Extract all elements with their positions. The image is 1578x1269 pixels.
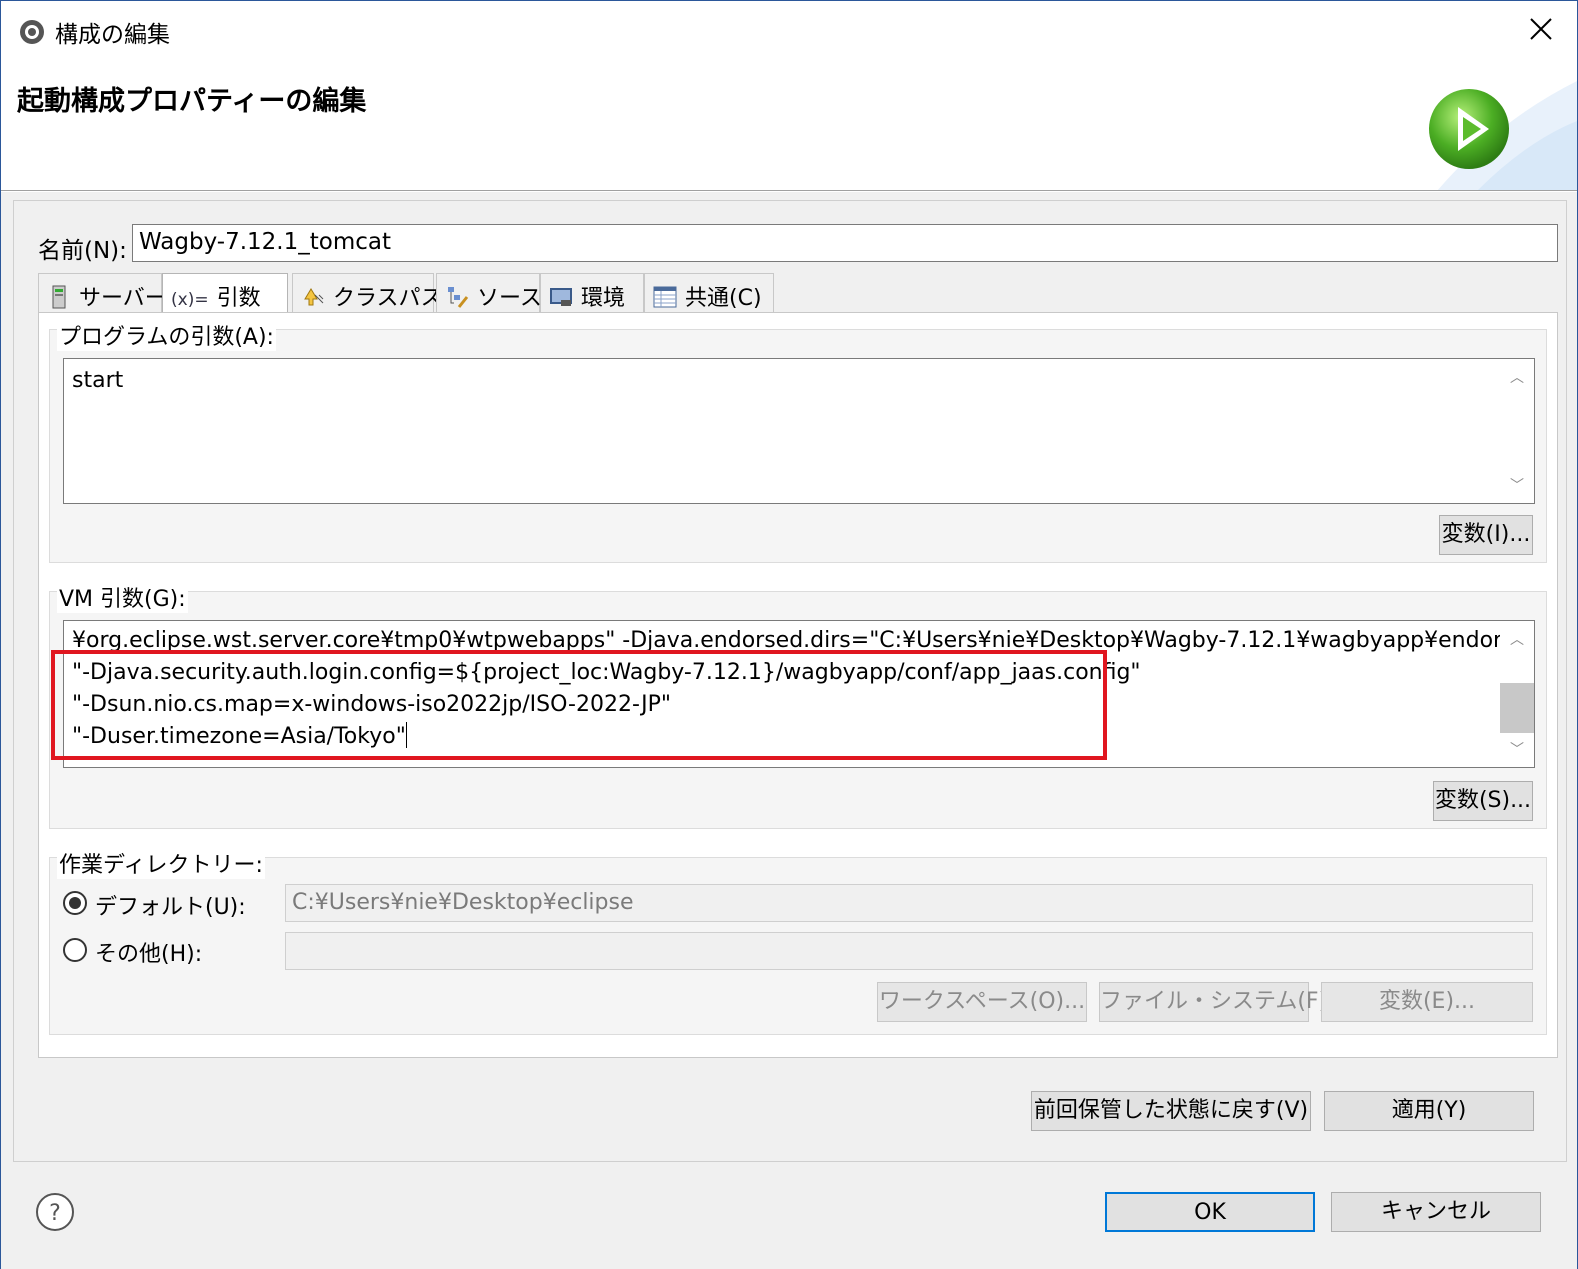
help-icon[interactable]: ? [35,1192,75,1232]
tab-common-label: 共通(C) [685,286,762,311]
workspace-button[interactable]: ワークスペース(O)... [877,982,1087,1022]
source-icon [448,287,469,308]
classpath-icon [304,288,324,306]
revert-button[interactable]: 前回保管した状態に戻す(V) [1031,1091,1311,1131]
svg-text:?: ? [49,1201,61,1226]
content-frame: 名前(N): Wagby-7.12.1_tomcat サーバー (x)= 引数 ク… [13,200,1567,1162]
default-dir-radio[interactable] [63,891,87,915]
apply-button[interactable]: 適用(Y) [1324,1091,1534,1131]
eclipse-app-icon [20,20,44,44]
environment-icon [550,288,572,306]
header-title: 起動構成プロパティーの編集 [17,86,367,117]
other-dir-label: その他(H): [95,942,203,967]
vm-args-variables-button[interactable]: 変数(S)... [1433,781,1533,821]
tab-classpath-label: クラスパス [333,286,443,311]
tab-common[interactable]: 共通(C) [644,273,774,313]
server-icon [52,285,66,309]
name-label: 名前(N): [38,238,127,264]
working-dir-variables-button[interactable]: 変数(E)... [1321,982,1533,1022]
scroll-up-icon[interactable]: ︿ [1510,367,1524,387]
tab-arguments-label: 引数 [216,286,261,311]
tab-server-label: サーバー [79,286,167,311]
tab-server[interactable]: サーバー [38,273,167,313]
default-dir-label: デフォルト(U): [95,895,246,920]
tab-arguments[interactable]: (x)= 引数 [162,273,288,315]
other-dir-field[interactable] [285,932,1533,970]
filesystem-button[interactable]: ファイル・システム(F)... [1099,982,1348,1022]
title-bar: 構成の編集 [1,1,1577,61]
program-args-scrollbar[interactable]: ︿ ﹀ [1500,359,1534,503]
scroll-down-icon[interactable]: ﹀ [1510,475,1524,495]
working-dir-label: 作業ディレクトリー: [57,847,265,879]
tab-source[interactable]: ソース [436,273,542,313]
name-input[interactable]: Wagby-7.12.1_tomcat [132,224,1558,262]
tab-bar: サーバー (x)= 引数 クラスパス ソース 環境 共通(C) [38,273,1558,315]
dialog-window: 構成の編集 起動構成プロパティーの編集 名前(N): Wagby-7.12.1_… [0,0,1578,1269]
close-icon[interactable] [1523,11,1559,47]
ok-button[interactable]: OK [1105,1192,1315,1232]
scroll-down-icon[interactable]: ﹀ [1510,739,1524,759]
scroll-thumb[interactable] [1500,683,1534,733]
other-dir-radio[interactable] [63,938,87,962]
vm-args-label: VM 引数(G): [57,581,188,613]
dialog-body: 名前(N): Wagby-7.12.1_tomcat サーバー (x)= 引数 ク… [1,192,1577,1269]
cancel-button[interactable]: キャンセル [1331,1192,1541,1232]
vm-args-scrollbar[interactable]: ︿ ﹀ [1500,621,1534,767]
arguments-icon: (x)= [171,290,209,310]
tab-classpath[interactable]: クラスパス [292,273,443,313]
dialog-header: 起動構成プロパティーの編集 [1,61,1577,191]
highlight-annotation [51,650,1107,760]
window-title: 構成の編集 [55,22,170,48]
run-icon [1429,89,1509,169]
tab-environment[interactable]: 環境 [540,273,644,313]
tab-source-label: ソース [477,286,542,311]
scroll-up-icon[interactable]: ︿ [1510,629,1524,649]
program-args-value: start [72,368,124,393]
common-icon [653,286,677,308]
tab-environment-label: 環境 [581,286,626,311]
program-args-label: プログラムの引数(A): [57,319,276,351]
program-args-textarea[interactable]: start ︿ ﹀ [63,358,1535,504]
default-dir-field: C:¥Users¥nie¥Desktop¥eclipse [285,884,1533,922]
program-args-variables-button[interactable]: 変数(I)... [1439,515,1533,555]
arguments-panel: プログラムの引数(A): start ︿ ﹀ 変数(I)... VM 引数(G)… [38,312,1558,1058]
